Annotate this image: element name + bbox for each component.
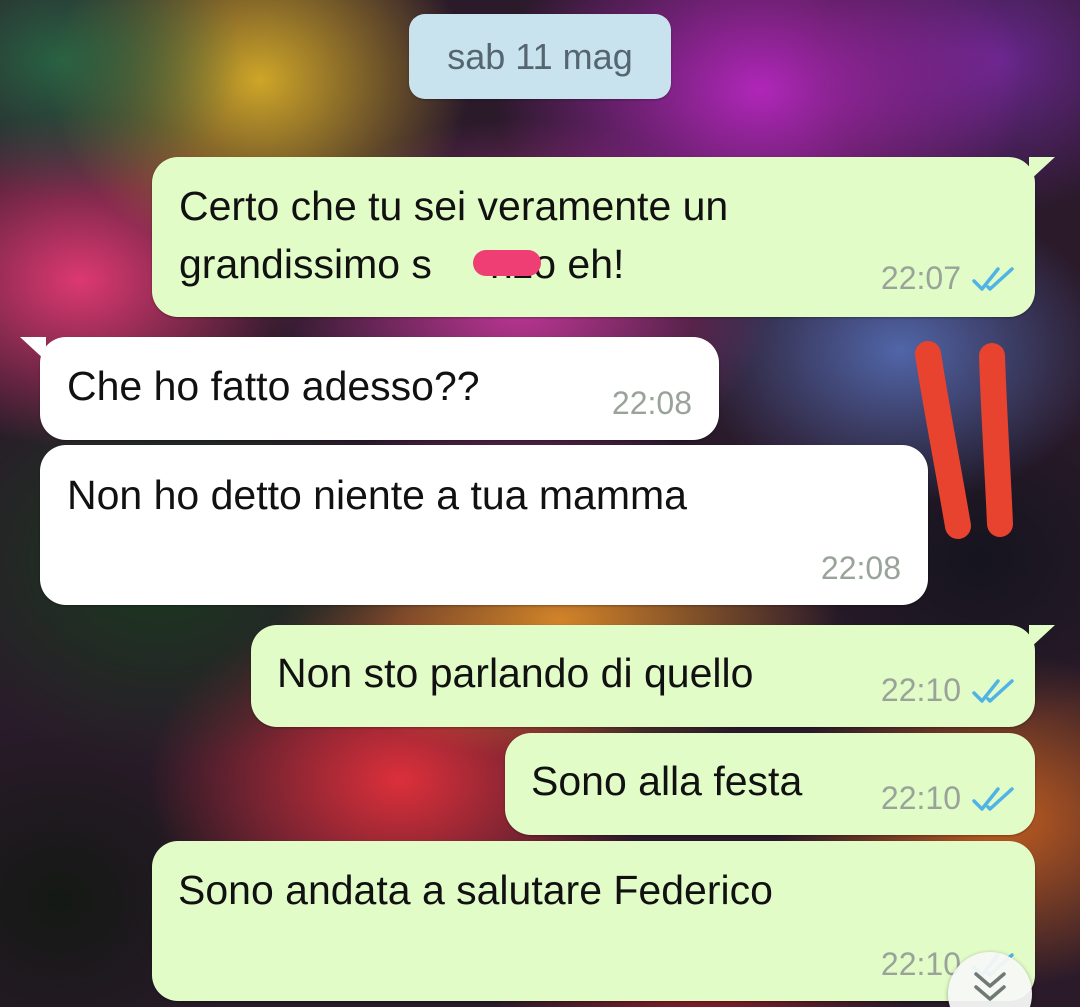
bubble-tail bbox=[1029, 157, 1055, 181]
message-time: 22:10 bbox=[880, 672, 961, 708]
red-annotation-marks bbox=[915, 341, 1013, 539]
double-check-icon bbox=[972, 266, 1014, 291]
message-text-line: Che ho fatto adesso?? bbox=[67, 363, 480, 409]
message-bubble-incoming[interactable]: Che ho fatto adesso?? 22:08 bbox=[20, 337, 719, 440]
message-time: 22:10 bbox=[880, 946, 961, 982]
message-bubble-outgoing[interactable]: Non sto parlando di quello 22:10 bbox=[251, 625, 1055, 727]
message-time: 22:10 bbox=[880, 780, 961, 816]
message-meta: 22:08 bbox=[821, 550, 901, 587]
message-meta: 22:07 bbox=[881, 260, 1017, 297]
message-text-line: Sono andata a salutare Federico bbox=[178, 867, 773, 913]
message-time: 22:08 bbox=[611, 385, 692, 421]
double-check-icon bbox=[972, 786, 1014, 811]
date-label: sab 11 mag bbox=[447, 35, 633, 77]
double-chevron-down-icon bbox=[974, 972, 1006, 1001]
message-text-line: Certo che tu sei veramente un bbox=[179, 183, 729, 229]
message-bubble-outgoing[interactable]: Certo che tu sei veramente un grandissim… bbox=[152, 157, 1055, 317]
bubble-tail bbox=[1029, 625, 1055, 649]
message-meta: 22:10 bbox=[881, 672, 1017, 709]
message-text-line: grandissimo s nzo eh! bbox=[179, 236, 624, 292]
message-meta: 22:10 bbox=[881, 780, 1017, 817]
message-text-fragment: grandissimo s bbox=[179, 241, 432, 287]
redaction-mark bbox=[473, 250, 541, 276]
message-time: 22:08 bbox=[820, 550, 901, 586]
message-bubble-outgoing[interactable]: Sono alla festa 22:10 bbox=[505, 733, 1035, 835]
message-text-line: Sono alla festa bbox=[531, 758, 803, 804]
message-time: 22:07 bbox=[880, 260, 961, 296]
bubble-tail bbox=[20, 337, 46, 361]
date-separator: sab 11 mag bbox=[409, 14, 671, 99]
message-bubble-incoming[interactable]: Non ho detto niente a tua mamma 22:08 bbox=[40, 445, 928, 605]
message-bubble-outgoing[interactable]: Sono andata a salutare Federico 22:10 bbox=[152, 841, 1035, 1001]
message-text-line: Non sto parlando di quello bbox=[277, 650, 754, 696]
message-text-line: Non ho detto niente a tua mamma bbox=[67, 472, 687, 518]
double-check-icon bbox=[972, 678, 1014, 703]
message-meta: 22:08 bbox=[612, 385, 692, 422]
